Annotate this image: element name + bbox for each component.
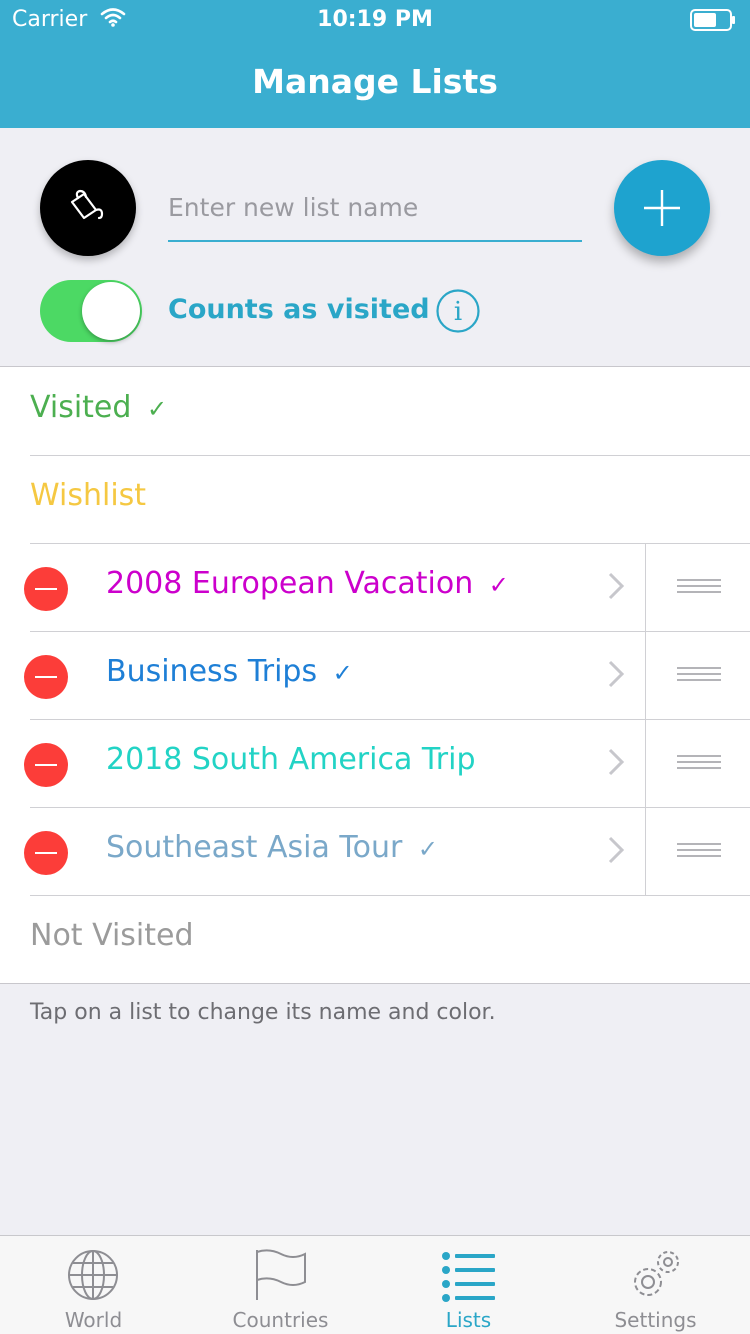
tab-countries[interactable]: Countries [187, 1236, 374, 1334]
status-bar: Carrier 10:19 PM [0, 0, 750, 40]
visited-check-icon: ✓ [488, 571, 509, 599]
list-label: Not Visited [30, 918, 194, 953]
chevron-right-icon [608, 748, 625, 776]
chevron-right-icon [608, 836, 625, 864]
new-list-panel: Counts as visited i [0, 128, 750, 366]
globe-icon [68, 1250, 118, 1300]
add-list-button[interactable] [614, 160, 710, 256]
reorder-icon [677, 755, 721, 773]
chevron-right-icon [608, 572, 625, 600]
battery-icon [690, 9, 735, 31]
gear-icon [634, 1251, 679, 1296]
color-picker-button[interactable] [40, 160, 136, 256]
counts-visited-toggle[interactable] [40, 280, 142, 342]
delete-list-button[interactable] [24, 567, 68, 611]
delete-list-button[interactable] [24, 743, 68, 787]
list-row[interactable]: 2008 European Vacation ✓ [0, 543, 750, 631]
list-row[interactable]: 2018 South America Trip [0, 719, 750, 807]
list-name-input[interactable] [168, 186, 582, 242]
reorder-handle[interactable] [645, 719, 750, 807]
tab-world[interactable]: World [0, 1236, 187, 1334]
flag-icon [256, 1249, 306, 1300]
visited-check-icon: ✓ [146, 395, 168, 423]
list-row[interactable]: Southeast Asia Tour ✓ [0, 807, 750, 895]
info-icon[interactable]: i [436, 289, 480, 333]
list-label: Wishlist [30, 478, 147, 513]
reorder-icon [677, 667, 721, 685]
visited-check-icon: ✓ [332, 659, 353, 687]
tab-bar: World Countries Lists Settings [0, 1235, 750, 1334]
help-text: Tap on a list to change its name and col… [30, 1000, 496, 1025]
reorder-handle[interactable] [645, 631, 750, 719]
lists-table: Visited ✓ Wishlist 2008 European Vacatio… [0, 366, 750, 984]
list-row-visited[interactable]: Visited ✓ [0, 367, 750, 455]
page-title: Manage Lists [252, 62, 498, 101]
list-label: 2018 South America Trip [106, 742, 476, 777]
reorder-handle[interactable] [645, 807, 750, 895]
list-label: 2008 European Vacation ✓ [106, 566, 509, 601]
visited-check-icon: ✓ [417, 835, 438, 863]
counts-visited-label: Counts as visited [168, 294, 430, 325]
reorder-handle[interactable] [645, 543, 750, 631]
plus-icon [644, 190, 680, 226]
toggle-knob [82, 282, 140, 340]
svg-text:i: i [454, 297, 462, 327]
list-row-not-visited[interactable]: Not Visited [0, 895, 750, 983]
list-label: Southeast Asia Tour ✓ [106, 830, 438, 865]
list-label: Business Trips ✓ [106, 654, 353, 689]
list-label: Visited ✓ [30, 390, 168, 425]
reorder-icon [677, 579, 721, 597]
delete-list-button[interactable] [24, 655, 68, 699]
list-row[interactable]: Business Trips ✓ [0, 631, 750, 719]
tab-settings[interactable]: Settings [562, 1236, 749, 1334]
list-icon [442, 1252, 495, 1302]
chevron-right-icon [608, 660, 625, 688]
list-row-wishlist[interactable]: Wishlist [0, 455, 750, 543]
status-time: 10:19 PM [317, 7, 433, 32]
tab-lists[interactable]: Lists [375, 1236, 562, 1334]
paint-bucket-icon [70, 189, 104, 220]
reorder-icon [677, 843, 721, 861]
nav-header: Carrier 10:19 PM Manage Lists [0, 0, 750, 128]
delete-list-button[interactable] [24, 831, 68, 875]
